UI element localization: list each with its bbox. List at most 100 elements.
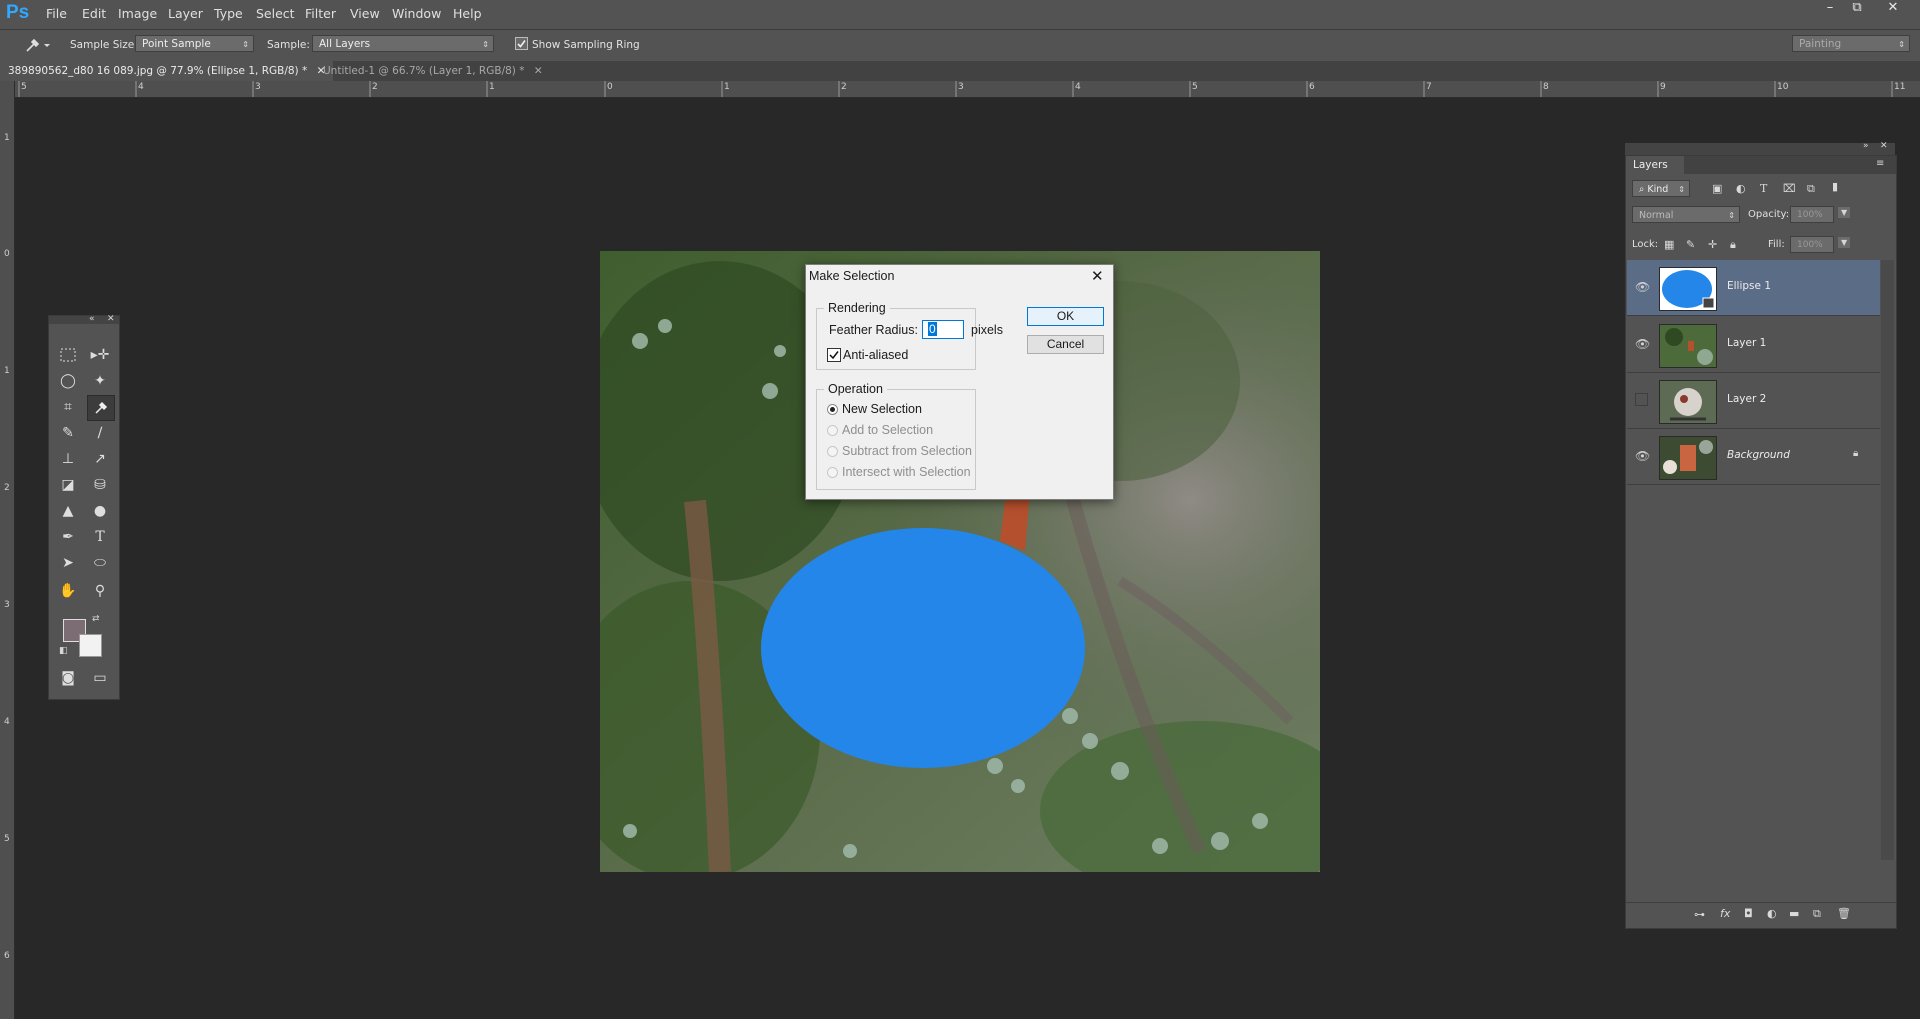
hand-tool-icon[interactable]: ✋: [55, 579, 81, 603]
default-colors-icon[interactable]: ◧: [59, 646, 68, 656]
ok-button[interactable]: OK: [1027, 307, 1104, 326]
panel-menu-icon[interactable]: ≡: [1876, 158, 1884, 169]
trash-icon[interactable]: 🗑︎: [1837, 907, 1851, 920]
layers-scrollbar[interactable]: [1881, 260, 1894, 860]
tab-untitled-document[interactable]: Untitled-1 @ 66.7% (Layer 1, RGB/8) * ✕: [315, 61, 551, 81]
subtract-from-selection-radio[interactable]: [827, 446, 838, 457]
dialog-close-icon[interactable]: ✕: [1091, 267, 1104, 285]
chevron-updown-icon: ⇕: [242, 40, 249, 49]
menu-edit[interactable]: Edit: [82, 6, 106, 21]
eyedropper-tool-preset-icon[interactable]: [22, 36, 52, 57]
crop-tool-icon[interactable]: ⌗: [55, 395, 81, 419]
vertical-ruler[interactable]: 1 0 1 2 3 4 5 6: [0, 81, 15, 1019]
brush-tool-icon[interactable]: ∕: [87, 421, 113, 445]
filter-adjustment-icon[interactable]: ◐: [1736, 182, 1746, 195]
layer-row-layer-2[interactable]: Layer 2: [1627, 373, 1880, 429]
background-color-swatch[interactable]: [79, 634, 102, 657]
workspace-select[interactable]: Painting ⇕: [1792, 35, 1910, 52]
new-selection-radio[interactable]: [827, 404, 838, 415]
blend-mode-select[interactable]: Normal ⇕: [1632, 206, 1740, 223]
opacity-dropdown-icon[interactable]: ▼: [1838, 207, 1851, 218]
new-group-icon[interactable]: ▬: [1789, 907, 1799, 920]
restore-button[interactable]: ⧉: [1844, 0, 1870, 18]
link-layers-icon[interactable]: ⊶: [1694, 908, 1705, 921]
pen-tool-icon[interactable]: ✒: [55, 525, 81, 549]
history-brush-tool-icon[interactable]: ↗: [87, 447, 113, 471]
eye-icon[interactable]: 👁︎: [1635, 449, 1650, 463]
filter-type-icon[interactable]: T: [1760, 182, 1767, 195]
fill-value: 100%: [1797, 240, 1823, 250]
menu-select[interactable]: Select: [256, 6, 295, 21]
clone-stamp-tool-icon[interactable]: ⊥: [55, 447, 81, 471]
adjustment-layer-icon[interactable]: ◐: [1767, 907, 1777, 920]
sample-select[interactable]: All Layers ⇕: [312, 35, 494, 52]
opacity-input[interactable]: 100%: [1790, 206, 1834, 223]
path-selection-tool-icon[interactable]: ➤: [55, 551, 81, 575]
feather-radius-input[interactable]: 0: [922, 320, 964, 339]
marquee-tool-icon[interactable]: [55, 343, 81, 367]
visibility-toggle-off[interactable]: [1635, 393, 1648, 406]
feather-radius-value: 0: [928, 322, 937, 336]
lock-pixels-icon[interactable]: ✎: [1686, 238, 1695, 251]
menu-file[interactable]: File: [46, 6, 67, 21]
menu-type[interactable]: Type: [214, 6, 243, 21]
healing-brush-tool-icon[interactable]: ✎: [55, 421, 81, 445]
filter-kind-select[interactable]: ⌕ Kind ⇕: [1632, 180, 1690, 197]
menu-window[interactable]: Window: [392, 6, 441, 21]
swap-colors-icon[interactable]: ⇄: [92, 614, 100, 624]
add-mask-icon[interactable]: ◘: [1744, 907, 1753, 920]
fx-icon[interactable]: fx: [1720, 907, 1730, 920]
new-layer-icon[interactable]: ⧉: [1813, 907, 1821, 921]
screen-mode-icon[interactable]: ▭: [87, 666, 113, 690]
lock-transparent-icon[interactable]: ▦: [1664, 238, 1674, 251]
filter-smart-object-icon[interactable]: ⧉: [1807, 182, 1815, 196]
fill-input[interactable]: 100%: [1790, 236, 1834, 253]
sample-size-select[interactable]: Point Sample ⇕: [135, 35, 254, 52]
eye-icon[interactable]: 👁︎: [1635, 337, 1650, 351]
show-sampling-ring-checkbox[interactable]: [515, 37, 528, 50]
fill-dropdown-icon[interactable]: ▼: [1838, 237, 1851, 248]
layer-row-background[interactable]: 👁︎ Background 🔒︎: [1627, 429, 1880, 485]
layer-row-layer-1[interactable]: 👁︎ Layer 1: [1627, 317, 1880, 373]
lock-all-icon[interactable]: 🔒︎: [1730, 238, 1736, 252]
menu-help[interactable]: Help: [453, 6, 482, 21]
collapse-icon[interactable]: «: [89, 314, 95, 324]
close-icon[interactable]: ✕: [107, 314, 115, 324]
move-tool-icon[interactable]: ▸✛: [87, 343, 113, 367]
dodge-tool-icon[interactable]: ●: [87, 499, 113, 523]
filter-shape-icon[interactable]: ⌧: [1783, 182, 1796, 195]
menu-layer[interactable]: Layer: [168, 6, 203, 21]
menu-image[interactable]: Image: [118, 6, 157, 21]
minimize-button[interactable]: –: [1817, 0, 1843, 18]
eye-icon[interactable]: 👁︎: [1635, 280, 1650, 294]
eraser-tool-icon[interactable]: ◪: [55, 473, 81, 497]
intersect-with-selection-radio[interactable]: [827, 467, 838, 478]
zoom-tool-icon[interactable]: ⚲: [87, 579, 113, 603]
layers-tab[interactable]: Layers: [1626, 156, 1684, 174]
paint-bucket-tool-icon[interactable]: ⛁: [87, 473, 113, 497]
filter-pixel-icon[interactable]: ▣: [1712, 182, 1722, 195]
eyedropper-tool-icon[interactable]: [87, 395, 115, 421]
close-tab-icon[interactable]: ✕: [534, 65, 543, 77]
collapse-icon[interactable]: »: [1863, 141, 1869, 151]
close-icon[interactable]: ✕: [1880, 141, 1888, 151]
ellipse-shape[interactable]: [761, 528, 1085, 768]
add-to-selection-radio[interactable]: [827, 425, 838, 436]
ellipse-tool-icon[interactable]: ⬭: [87, 551, 113, 575]
lasso-tool-icon[interactable]: ◯: [55, 369, 81, 393]
close-window-button[interactable]: ✕: [1880, 0, 1906, 18]
cancel-button[interactable]: Cancel: [1027, 335, 1104, 354]
horizontal-ruler[interactable]: 5 4 3 2 1 0 1 2 3 4 5 6 7 8 9 10 11: [14, 81, 1920, 98]
filter-toggle-icon[interactable]: ▮: [1832, 180, 1838, 193]
magic-wand-tool-icon[interactable]: ✦: [87, 369, 113, 393]
panel-dock-header[interactable]: » ✕: [1625, 141, 1895, 155]
type-tool-icon[interactable]: T: [87, 525, 113, 549]
quick-mask-icon[interactable]: ◙: [55, 666, 81, 690]
lock-position-icon[interactable]: ✛: [1708, 238, 1717, 251]
layer-row-ellipse-1[interactable]: 👁︎ Ellipse 1: [1627, 260, 1880, 316]
menu-filter[interactable]: Filter: [305, 6, 336, 21]
menu-view[interactable]: View: [350, 6, 380, 21]
anti-aliased-checkbox[interactable]: [827, 348, 841, 362]
blur-tool-icon[interactable]: ▲: [55, 499, 81, 523]
tab-active-document[interactable]: 389890562_d80 16 089.jpg @ 77.9% (Ellips…: [0, 61, 334, 81]
